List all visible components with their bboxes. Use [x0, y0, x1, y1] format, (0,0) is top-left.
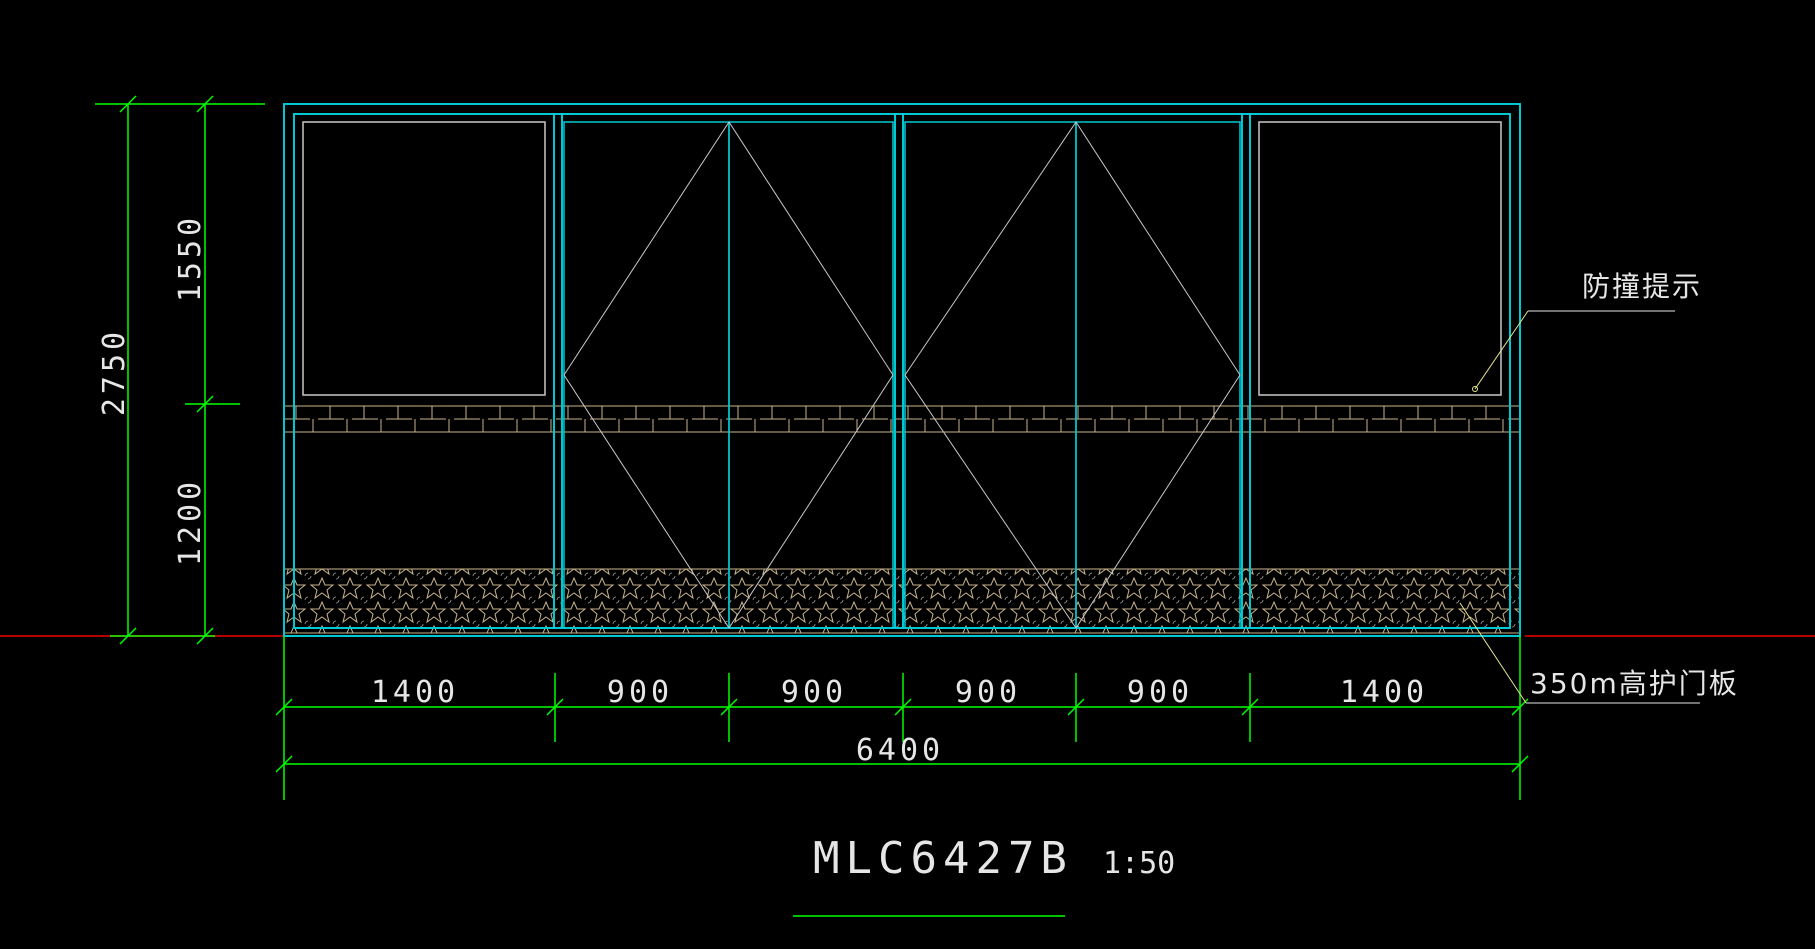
drawing-title: MLC6427B — [813, 833, 1073, 884]
cad-drawing-canvas: 2750 1550 1200 1400 900 900 900 900 1400… — [0, 0, 1815, 949]
dim-segment-4: 900 — [955, 675, 1021, 710]
door-leaf-group-left — [563, 121, 894, 629]
horizontal-dimension-lines — [275, 636, 1529, 800]
dim-lower-height: 1200 — [173, 478, 208, 566]
door-swing-line — [728, 121, 894, 629]
dim-total-height: 2750 — [97, 328, 132, 416]
dim-total-width: 6400 — [856, 733, 944, 768]
dim-segment-1: 1400 — [371, 675, 459, 710]
door-leaf-4 — [1075, 121, 1241, 629]
door-elevation-drawing: 2750 1550 1200 1400 900 900 900 900 1400… — [0, 95, 1815, 917]
door-leaf-2 — [728, 121, 894, 629]
dim-upper-height: 1550 — [173, 214, 208, 302]
door-swing-line — [904, 121, 1077, 629]
door-leaf-group-right — [904, 121, 1241, 629]
dim-segment-2: 900 — [607, 675, 673, 710]
door-leaf-1 — [563, 121, 730, 629]
dim-segment-5: 900 — [1127, 675, 1193, 710]
anti-collision-label: 防撞提示 — [1582, 270, 1702, 303]
mullions — [553, 114, 1251, 628]
drawing-scale: 1:50 — [1103, 846, 1175, 881]
door-swing-line — [563, 121, 730, 629]
door-leaf-3 — [904, 121, 1077, 629]
door-swing-line — [1075, 121, 1241, 629]
fixed-glass-left — [302, 121, 546, 396]
anti-collision-leader — [1472, 310, 1675, 392]
guard-plate-label: 350m高护门板 — [1530, 667, 1739, 700]
fixed-glass-right — [1258, 121, 1502, 396]
dim-segment-3: 900 — [781, 675, 847, 710]
dim-segment-6: 1400 — [1340, 675, 1428, 710]
